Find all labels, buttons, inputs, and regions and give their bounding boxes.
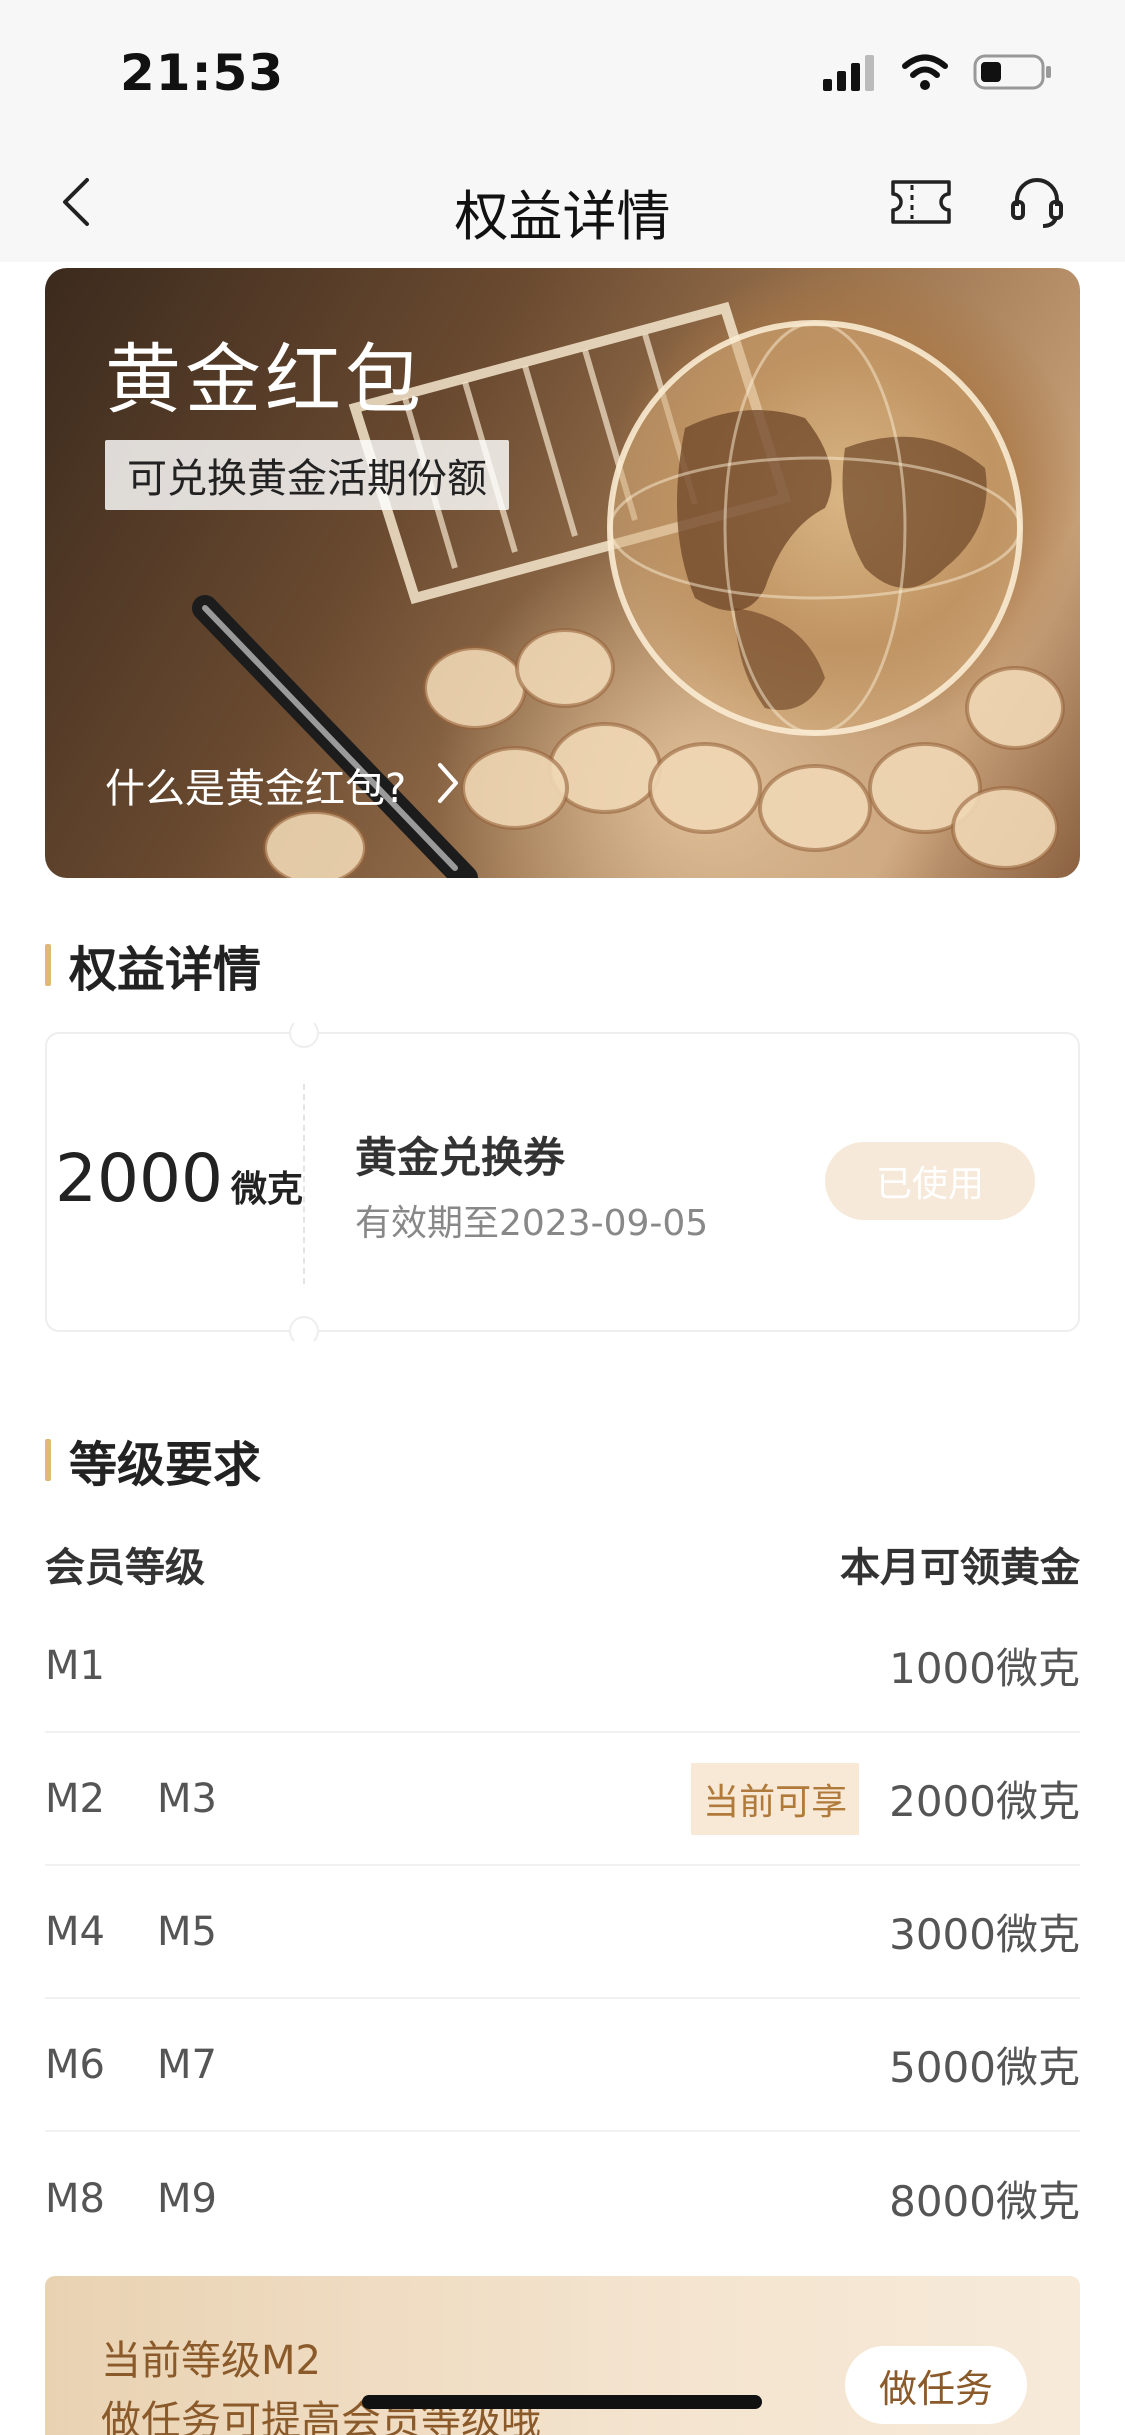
- table-row: M6 M7 5000微克: [45, 1999, 1080, 2132]
- coupon-amount: 2000 微克: [55, 1140, 303, 1217]
- page: 21:53 权益详情 黄金红包 可兑换黄金活期份额 什么是黄金红包? 权益详情 …: [0, 0, 1125, 2435]
- gold-amount: 3000微克: [889, 1910, 1080, 1959]
- level-label: M3: [156, 1775, 217, 1822]
- table-row: M2 M3 当前可享 2000微克: [45, 1733, 1080, 1866]
- level-label: M9: [156, 2175, 217, 2222]
- banner-title: 黄金红包: [105, 335, 425, 424]
- column-header-level: 会员等级: [45, 1545, 205, 1591]
- column-header-gold: 本月可领黄金: [840, 1545, 1080, 1591]
- what-is-gold-link[interactable]: 什么是黄金红包?: [105, 756, 460, 814]
- coupon-name: 黄金兑换券: [355, 1133, 566, 1182]
- level-label: M4: [45, 1908, 105, 1955]
- do-task-button[interactable]: 做任务: [845, 2346, 1027, 2424]
- section-heading-level: 等级要求: [45, 1425, 261, 1495]
- level-label: M2: [45, 1775, 105, 1822]
- upgrade-promo-bar: 当前等级M2 做任务可提高会员等级哦 做任务: [45, 2276, 1080, 2435]
- gold-amount: 1000微克: [889, 1644, 1080, 1693]
- current-level-text: 当前等级M2: [101, 2338, 321, 2384]
- section-accent-bar: [45, 944, 51, 986]
- status-bar: 21:53: [0, 0, 1125, 150]
- current-level-badge: 当前可享: [691, 1762, 860, 1835]
- coupon-button[interactable]: [885, 174, 957, 234]
- section-title: 权益详情: [69, 942, 262, 998]
- level-table: M1 1000微克 M2 M3 当前可享 2000微克 M4 M5 3000微克 M…: [45, 1600, 1080, 2265]
- section-accent-bar: [45, 1439, 51, 1481]
- coupon-expiry: 有效期至2023-09-05: [355, 1203, 709, 1244]
- gold-amount: 8000微克: [889, 2177, 1080, 2226]
- battery-icon: [973, 52, 1053, 96]
- customer-service-button[interactable]: [1005, 172, 1069, 236]
- section-heading-detail: 权益详情: [45, 930, 261, 1000]
- level-label: M5: [156, 1908, 217, 1955]
- status-time: 21:53: [120, 44, 285, 102]
- home-indicator: [362, 2395, 762, 2409]
- level-label: M8: [45, 2175, 105, 2222]
- ticket-icon: [890, 179, 952, 229]
- nav-bar: 权益详情: [0, 150, 1125, 262]
- section-title: 等级要求: [69, 1437, 262, 1493]
- status-icons: [823, 52, 1053, 96]
- signal-icon: [823, 53, 877, 95]
- level-label: M7: [156, 2041, 217, 2088]
- coupon-unit: 微克: [230, 1169, 303, 1210]
- coupon-value: 2000: [55, 1140, 223, 1217]
- level-label: M1: [45, 1642, 105, 1689]
- wifi-icon: [901, 53, 949, 95]
- coupon-divider: [303, 1084, 305, 1284]
- level-label: M6: [45, 2041, 105, 2088]
- banner-subtitle: 可兑换黄金活期份额: [105, 440, 509, 510]
- coupon-card: 2000 微克 黄金兑换券 有效期至2023-09-05 已使用: [45, 1018, 1080, 1346]
- headset-icon: [1009, 174, 1065, 234]
- chevron-right-icon: [436, 761, 460, 809]
- coupon-notch: [289, 1316, 319, 1346]
- table-row: M8 M9 8000微克: [45, 2132, 1080, 2265]
- coupon-notch: [289, 1018, 319, 1048]
- gold-amount: 5000微克: [889, 2043, 1080, 2092]
- level-table-header: 会员等级 本月可领黄金: [45, 1535, 1080, 1593]
- used-button[interactable]: 已使用: [825, 1142, 1035, 1220]
- gold-amount: 2000微克: [889, 1777, 1080, 1826]
- table-row: M1 1000微克: [45, 1600, 1080, 1733]
- banner-link-text: 什么是黄金红包?: [105, 766, 407, 812]
- table-row: M4 M5 3000微克: [45, 1866, 1080, 1999]
- banner: 黄金红包 可兑换黄金活期份额 什么是黄金红包?: [45, 268, 1080, 878]
